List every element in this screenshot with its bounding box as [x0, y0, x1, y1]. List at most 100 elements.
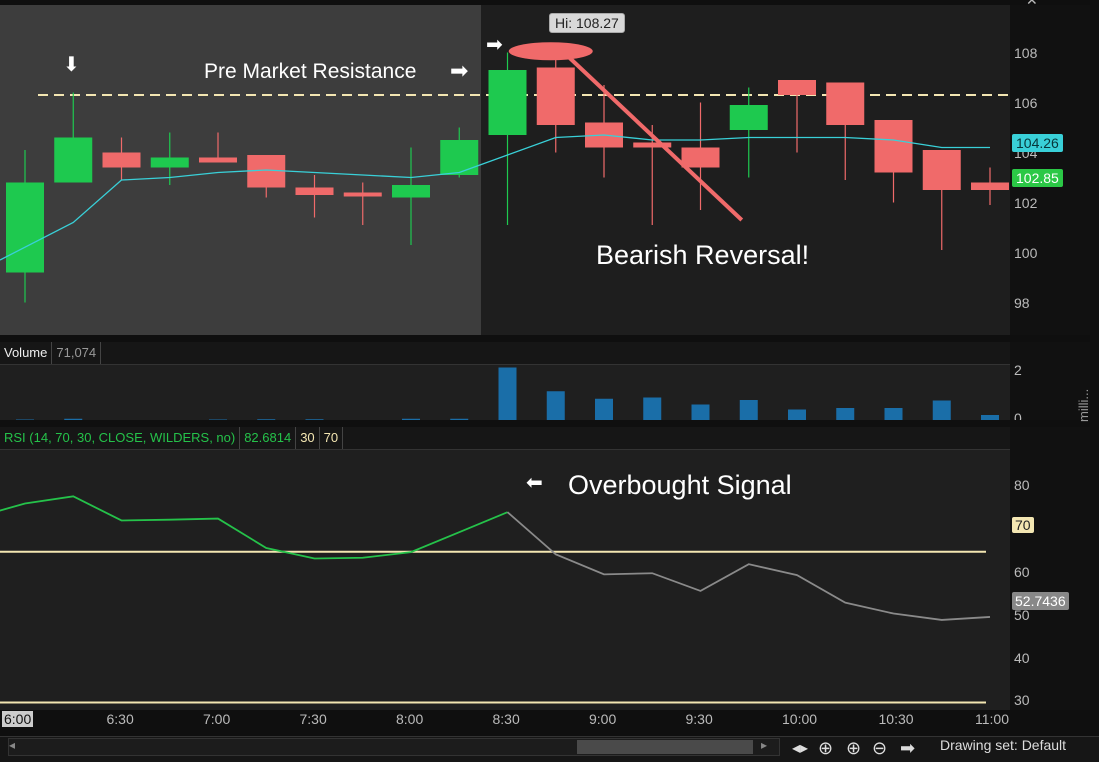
price-tick: 102 [1014, 195, 1038, 211]
rsi-tick: 80 [1014, 477, 1030, 493]
time-label: 9:00 [589, 711, 617, 727]
volume-bar [932, 400, 951, 420]
candle-body [729, 105, 768, 130]
left-arrow-icon: ⬅ [526, 472, 543, 494]
rsi-value: 82.6814 [240, 427, 297, 449]
candle-body [971, 182, 1009, 190]
volume-bar [643, 397, 662, 420]
candle-body [536, 67, 575, 125]
close-icon[interactable]: ✕ [1026, 0, 1038, 9]
drawing-set-menu[interactable]: Drawing set: Default [940, 737, 1066, 753]
ma-price-tag: 104.26 [1012, 134, 1063, 152]
rsi-header: RSI (14, 70, 30, CLOSE, WILDERS, no) 82.… [0, 427, 1010, 450]
time-label: 6:00 [2, 711, 34, 727]
rsi-line-overbought [0, 495, 508, 560]
expand-icon[interactable]: ◂▸ [792, 738, 808, 758]
candle-body [150, 157, 189, 168]
time-label: 8:00 [396, 711, 424, 727]
candle-body [681, 147, 720, 168]
time-label: 9:30 [685, 711, 713, 727]
rsi-line [506, 511, 991, 621]
volume-axis: 2 0 milli... [1010, 342, 1091, 422]
volume-bar [691, 404, 710, 420]
time-label: 7:30 [299, 711, 327, 727]
volume-bar [739, 400, 758, 420]
scroll-left-icon[interactable]: ◂ [9, 738, 15, 752]
volume-bar [402, 418, 420, 420]
volume-chart[interactable] [0, 365, 1010, 420]
volume-bar [64, 418, 83, 420]
time-label: 10:00 [782, 711, 818, 727]
rsi-tick: 30 [1014, 692, 1030, 708]
rsi-chart[interactable] [0, 450, 1010, 710]
time-label: 7:00 [203, 711, 231, 727]
candle-body [6, 182, 44, 273]
right-arrow-icon: ➡ [486, 34, 503, 56]
volume-bar [305, 419, 324, 420]
volume-bar [257, 419, 276, 420]
time-label: 10:30 [878, 711, 914, 727]
price-chart[interactable] [0, 5, 1010, 335]
volume-header: Volume 71,074 [0, 342, 1010, 365]
zoom-in-icon[interactable]: ⊕ [846, 738, 861, 759]
candle-body [343, 192, 382, 197]
volume-bar [788, 409, 806, 420]
rsi-panel[interactable] [0, 450, 1010, 710]
current-price-tag: 102.85 [1012, 169, 1063, 187]
right-arrow-icon: ➡ [450, 58, 469, 83]
candle-body [488, 70, 527, 135]
volume-bar [884, 408, 903, 420]
time-label: 6:30 [106, 711, 134, 727]
candle-body [922, 150, 961, 190]
rsi-level-tag: 70 [1012, 517, 1034, 533]
volume-tick: 2 [1014, 362, 1022, 378]
volume-bar [209, 419, 227, 420]
scrollbar-thumb[interactable] [577, 740, 753, 754]
high-label: Hi: 108.27 [549, 13, 625, 33]
horizontal-scrollbar[interactable]: ◂ ▸ [8, 738, 780, 756]
rsi-oversold-setting: 30 [296, 427, 320, 449]
rsi-axis: 80 60 50 40 30 70 52.7436 [1010, 427, 1090, 710]
candle-body [826, 82, 865, 125]
rsi-tick: 60 [1014, 564, 1030, 580]
price-axis: 108 106 104 102 100 98 104.26 102.85 [1010, 5, 1090, 335]
price-tick: 106 [1014, 95, 1038, 111]
candle-body [874, 120, 913, 173]
candle-body [778, 80, 816, 95]
candle-body [102, 152, 141, 168]
volume-units-label: milli... [1076, 388, 1091, 422]
candle-body [54, 137, 93, 183]
rsi-label: RSI (14, 70, 30, CLOSE, WILDERS, no) [0, 427, 241, 449]
candle-body [295, 187, 334, 195]
crosshair-icon[interactable]: ⊕ [818, 738, 833, 759]
price-panel[interactable] [0, 5, 1010, 335]
zoom-out-icon[interactable]: ⊖ [872, 738, 887, 759]
candle-body [392, 185, 430, 198]
volume-bar [836, 408, 855, 420]
candle-body [440, 140, 479, 175]
volume-bar [16, 419, 34, 420]
volume-bar [450, 418, 469, 420]
price-tick: 108 [1014, 45, 1038, 61]
price-tick: 100 [1014, 245, 1038, 261]
volume-panel[interactable] [0, 365, 1010, 420]
rsi-tick: 40 [1014, 650, 1030, 666]
time-label: 11:00 [975, 711, 1009, 727]
volume-label: Volume [0, 342, 53, 364]
volume-bar [498, 367, 517, 420]
down-arrow-icon: ⬇ [63, 54, 80, 76]
overbought-annotation: Overbought Signal [568, 470, 792, 500]
rsi-overbought-setting: 70 [320, 427, 344, 449]
rsi-current-tag: 52.7436 [1012, 592, 1069, 610]
high-marker [508, 42, 593, 61]
volume-bar [981, 415, 999, 420]
volume-bar [595, 398, 613, 420]
volume-bar [546, 391, 565, 420]
pan-right-icon[interactable]: ➡ [900, 738, 915, 759]
volume-value: 71,074 [52, 342, 102, 364]
scroll-right-icon[interactable]: ▸ [761, 738, 767, 752]
bearish-annotation: Bearish Reversal! [596, 240, 810, 270]
price-tick: 98 [1014, 295, 1030, 311]
volume-tick: 0 [1014, 410, 1022, 420]
time-label: 8:30 [492, 711, 520, 727]
